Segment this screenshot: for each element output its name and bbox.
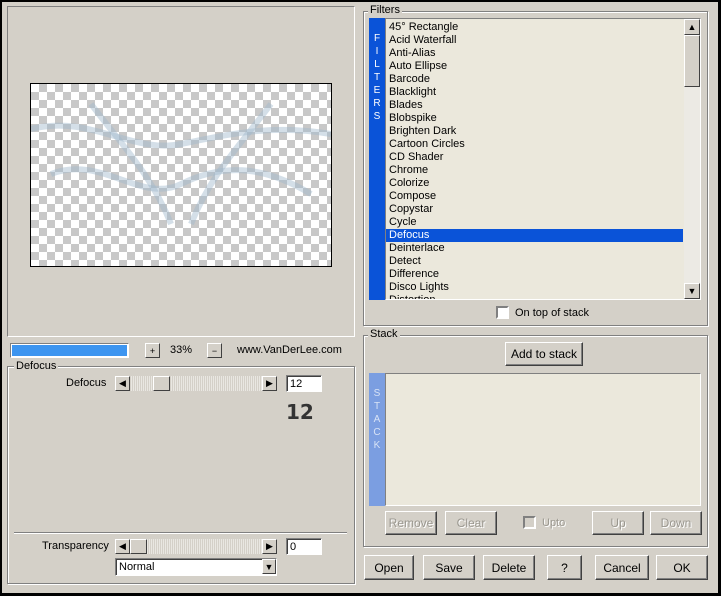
minus-icon: − [211,345,218,356]
scroll-thumb[interactable] [684,35,700,87]
filter-list-item[interactable]: Blobspike [386,112,683,125]
open-button[interactable]: Open [364,555,414,580]
blend-mode-select[interactable]: Normal ▼ [115,558,277,576]
stack-list[interactable] [385,373,701,506]
filter-list-item[interactable]: Anti-Alias [386,47,683,60]
preview-image[interactable] [30,83,332,267]
on-top-label: On top of stack [515,307,589,319]
scroll-down-button[interactable]: ▼ [684,283,700,299]
filters-list[interactable]: 45° Rectangle Acid Waterfall Anti-Alias Aut… [385,18,701,300]
down-button[interactable]: Down [650,511,702,535]
filter-list-item[interactable]: Barcode [386,73,683,86]
remove-button[interactable]: Remove [385,511,437,535]
transparency-label: Transparency [42,540,109,552]
stack-side-label: STACK [369,387,385,452]
zoom-in-button[interactable]: + [145,343,160,358]
filters-side-letter: L [374,59,380,70]
transparency-value-field[interactable]: 0 [286,538,322,555]
filters-side-letter: T [373,72,381,83]
filters-side-letter: I [375,46,379,57]
blend-mode-dropdown-button[interactable]: ▼ [262,559,276,574]
preview-panel [7,6,355,337]
filter-dialog: + 33% − www.VanDerLee.com Defocus Defocu… [2,2,718,593]
defocus-slider-right-button[interactable]: ▶ [262,376,277,391]
filters-side-letter: E [373,85,381,96]
defocus-group-title: Defocus [14,360,59,373]
delete-button[interactable]: Delete [483,555,535,580]
defocus-value-field[interactable]: 12 [286,375,322,392]
stack-side-letter: C [373,427,381,438]
filters-side-letter: F [373,33,381,44]
zoom-value: 33% [170,344,193,356]
filter-list-item[interactable]: Disco Lights [386,281,683,294]
upto-label: Upto [542,517,566,529]
filter-list-item[interactable]: Difference [386,268,683,281]
filter-list-item[interactable]: Distortion [386,294,683,299]
arrow-down-icon: ▼ [687,286,697,296]
transparency-slider-track[interactable] [130,539,262,554]
defocus-slider-thumb[interactable] [153,376,170,391]
stack-side-letter: T [373,401,381,412]
arrow-right-icon: ▶ [266,541,273,551]
stack-side-bar: STACK [369,373,385,506]
filters-side-letter: R [373,98,381,109]
on-top-checkbox[interactable] [496,306,509,319]
blend-mode-value: Normal [119,561,155,573]
transparency-separator [14,532,347,534]
stack-side-letter: S [373,388,381,399]
filter-list-item[interactable]: Brighten Dark [386,125,683,138]
stack-group-title: Stack [368,328,400,341]
upto-checkbox[interactable] [523,516,536,529]
arrow-left-icon: ◀ [119,378,126,388]
filter-list-item[interactable]: Cartoon Circles [386,138,683,151]
help-button[interactable]: ? [547,555,582,580]
filter-list-item[interactable]: Auto Ellipse [386,60,683,73]
filters-side-label: FILTERS [369,32,385,123]
scroll-up-button[interactable]: ▲ [684,19,700,35]
website-link[interactable]: www.VanDerLee.com [237,344,342,356]
filter-list-item[interactable]: Compose [386,190,683,203]
filter-list-item[interactable]: 45° Rectangle [386,21,683,34]
filter-list-item[interactable]: Blacklight [386,86,683,99]
filter-list-item[interactable]: Defocus [386,229,683,242]
chevron-down-icon: ▼ [264,561,274,572]
filter-list-item[interactable]: CD Shader [386,151,683,164]
defocus-slider-left-button[interactable]: ◀ [115,376,130,391]
filter-list-item[interactable]: Blades [386,99,683,112]
preview-blur-overlay [31,102,331,226]
plus-icon: + [149,345,156,356]
save-button[interactable]: Save [423,555,475,580]
filter-list-item[interactable]: Colorize [386,177,683,190]
filters-scrollbar[interactable]: ▲ ▼ [684,19,700,299]
filter-list-item[interactable]: Deinterlace [386,242,683,255]
ok-button[interactable]: OK [656,555,708,580]
filters-side-letter: S [373,111,381,122]
filters-group-title: Filters [368,4,402,17]
filters-side-bar: FILTERS [369,18,385,300]
filter-list-item[interactable]: Acid Waterfall [386,34,683,47]
defocus-slider-track[interactable] [130,376,262,391]
filter-list-item[interactable]: Chrome [386,164,683,177]
zoom-out-button[interactable]: − [207,343,222,358]
up-button[interactable]: Up [592,511,644,535]
stack-side-letter: K [373,440,381,451]
cancel-button[interactable]: Cancel [595,555,649,580]
defocus-big-value: 12 [286,400,314,424]
arrow-left-icon: ◀ [119,541,126,551]
add-to-stack-button[interactable]: Add to stack [505,342,583,366]
arrow-up-icon: ▲ [687,22,697,32]
filter-list-item[interactable]: Copystar [386,203,683,216]
filter-list-item[interactable]: Cycle [386,216,683,229]
transparency-slider-left-button[interactable]: ◀ [115,539,130,554]
filter-list-item[interactable]: Detect [386,255,683,268]
stack-side-letter: A [373,414,381,425]
clear-button[interactable]: Clear [445,511,497,535]
defocus-slider-label: Defocus [66,377,107,389]
transparency-slider-thumb[interactable] [130,539,147,554]
transparency-slider-right-button[interactable]: ▶ [262,539,277,554]
arrow-right-icon: ▶ [266,378,273,388]
progress-bar [10,343,129,358]
